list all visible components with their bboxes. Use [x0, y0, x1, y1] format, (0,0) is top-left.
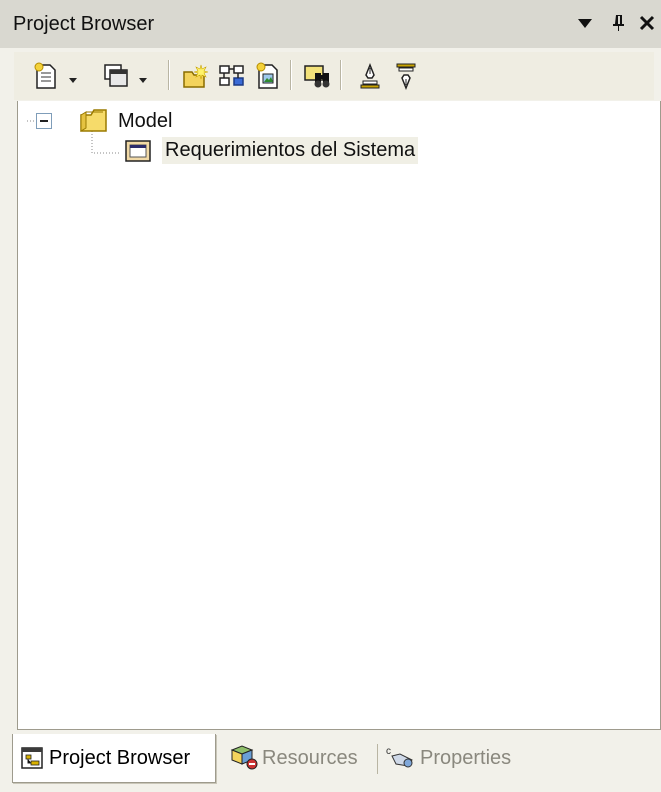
new-element-icon[interactable] — [30, 60, 62, 92]
new-document-icon[interactable] — [252, 60, 284, 92]
new-diagram-icon[interactable] — [100, 60, 132, 92]
tree-node-label: Requerimientos del Sistema — [162, 137, 419, 164]
dropdown-arrow-icon[interactable] — [573, 10, 597, 36]
tab-label: Resources — [262, 746, 358, 769]
panel-title: Project Browser — [13, 13, 155, 35]
tree-node-model[interactable]: Model — [78, 107, 172, 135]
tree-node-label: Model — [118, 109, 173, 132]
collapse-minus-icon[interactable] — [36, 113, 52, 134]
chevron-down-icon[interactable] — [68, 72, 78, 83]
project-tree: Model Requerimientos del Sistema — [17, 101, 661, 730]
find-icon[interactable] — [302, 60, 334, 92]
title-bar: Project Browser — [0, 0, 661, 48]
toolbar — [14, 52, 654, 100]
panel-tabs: Project Browser Resources c Properties — [0, 730, 661, 792]
new-package-icon[interactable] — [180, 60, 212, 92]
tab-separator — [377, 744, 378, 774]
toolbar-separator — [168, 60, 170, 90]
close-icon[interactable] — [636, 10, 658, 36]
tab-label: Project Browser — [49, 746, 191, 769]
package-folder-icon — [78, 107, 110, 135]
checkin-icon[interactable] — [354, 60, 386, 92]
svg-text:c: c — [386, 746, 391, 757]
properties-icon: c — [384, 744, 420, 772]
toolbar-separator — [290, 60, 292, 90]
tab-properties[interactable]: c Properties — [384, 734, 534, 782]
tab-project-browser[interactable]: Project Browser — [12, 734, 216, 783]
show-hierarchy-icon[interactable] — [216, 60, 248, 92]
resources-icon — [228, 744, 260, 772]
checkout-icon[interactable] — [390, 60, 422, 92]
project-browser-icon — [19, 745, 45, 771]
diagram-icon — [124, 138, 152, 164]
tree-node-diagram[interactable]: Requerimientos del Sistema — [124, 137, 419, 164]
tab-resources[interactable]: Resources — [228, 734, 370, 782]
pin-icon[interactable] — [608, 10, 630, 36]
chevron-down-icon[interactable] — [138, 72, 148, 83]
toolbar-separator — [340, 60, 342, 90]
tab-label: Properties — [420, 746, 512, 769]
